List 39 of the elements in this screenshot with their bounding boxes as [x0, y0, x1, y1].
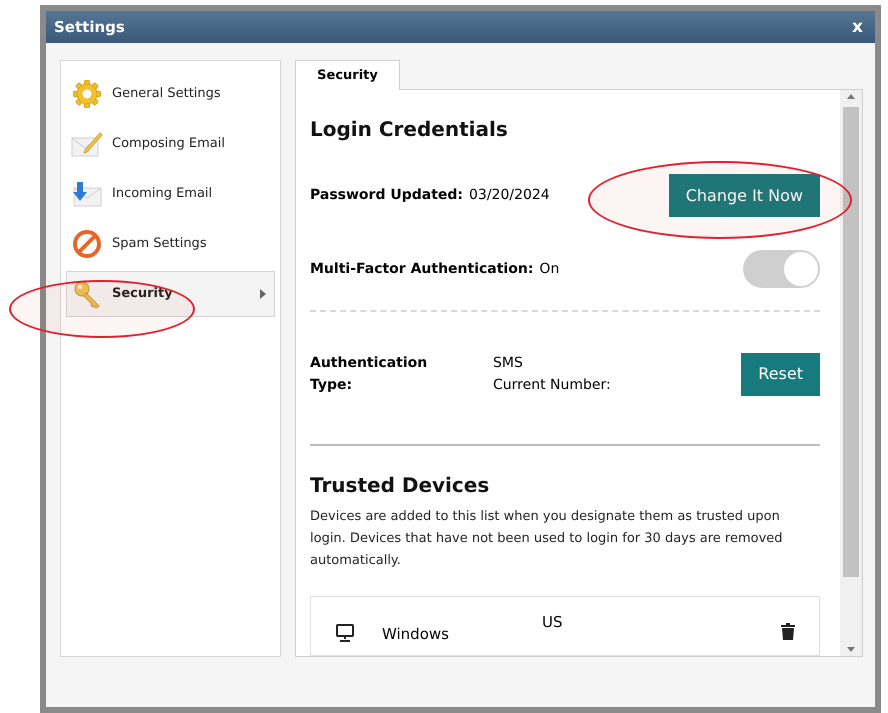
mfa-toggle[interactable] — [743, 250, 820, 288]
section-heading: Login Credentials — [310, 116, 509, 143]
chevron-right-icon — [260, 289, 266, 299]
field-label: Multi-Factor Authentication: — [310, 260, 534, 278]
reset-button[interactable]: Reset — [741, 352, 820, 396]
sidebar-label: Security — [112, 285, 174, 304]
prohibited-icon — [73, 230, 101, 258]
device-name: Windows — [382, 624, 450, 645]
key-icon — [72, 279, 102, 309]
window-title: Settings — [54, 16, 125, 38]
scroll-up-icon[interactable] — [847, 94, 855, 99]
field-label: Password Updated: — [310, 186, 464, 205]
sidebar-label: Incoming Email — [112, 185, 214, 204]
sidebar-item[interactable]: Incoming Email — [66, 171, 275, 217]
envelope-arrow-icon — [71, 180, 103, 208]
delete-icon[interactable] — [781, 623, 795, 640]
description-text: Devices are added to this list when you designate them as trusted upon login. Devices that have not been used to login for 30 days are removed automatically. — [310, 508, 784, 570]
envelope-pencil-icon — [71, 130, 103, 158]
sidebar-label: Composing Email — [112, 135, 226, 154]
scroll-down-icon[interactable] — [847, 647, 855, 652]
field-label: Authentication Type: — [310, 354, 428, 395]
close-button[interactable]: x — [848, 18, 867, 36]
tab[interactable]: Security — [295, 60, 400, 90]
sidebar-item[interactable]: General Settings — [66, 71, 275, 117]
field-label: Current Number: — [493, 376, 612, 395]
monitor-icon — [335, 624, 355, 642]
field-value: SMS — [493, 354, 524, 373]
field-value: On — [539, 260, 560, 278]
scrollbar-thumb[interactable] — [843, 107, 859, 577]
sidebar-label: Spam Settings — [112, 235, 208, 254]
gear-icon — [72, 79, 102, 109]
section-heading: Trusted Devices — [310, 472, 490, 499]
change-password-button[interactable]: Change It Now — [668, 174, 820, 217]
device-location: US — [542, 612, 564, 633]
sidebar-label: General Settings — [112, 85, 222, 104]
field-value: 03/20/2024 — [469, 186, 550, 205]
sidebar-item[interactable]: Composing Email — [66, 121, 275, 167]
sidebar-item[interactable]: Spam Settings — [66, 221, 275, 267]
sidebar-item[interactable]: Security — [66, 271, 275, 317]
